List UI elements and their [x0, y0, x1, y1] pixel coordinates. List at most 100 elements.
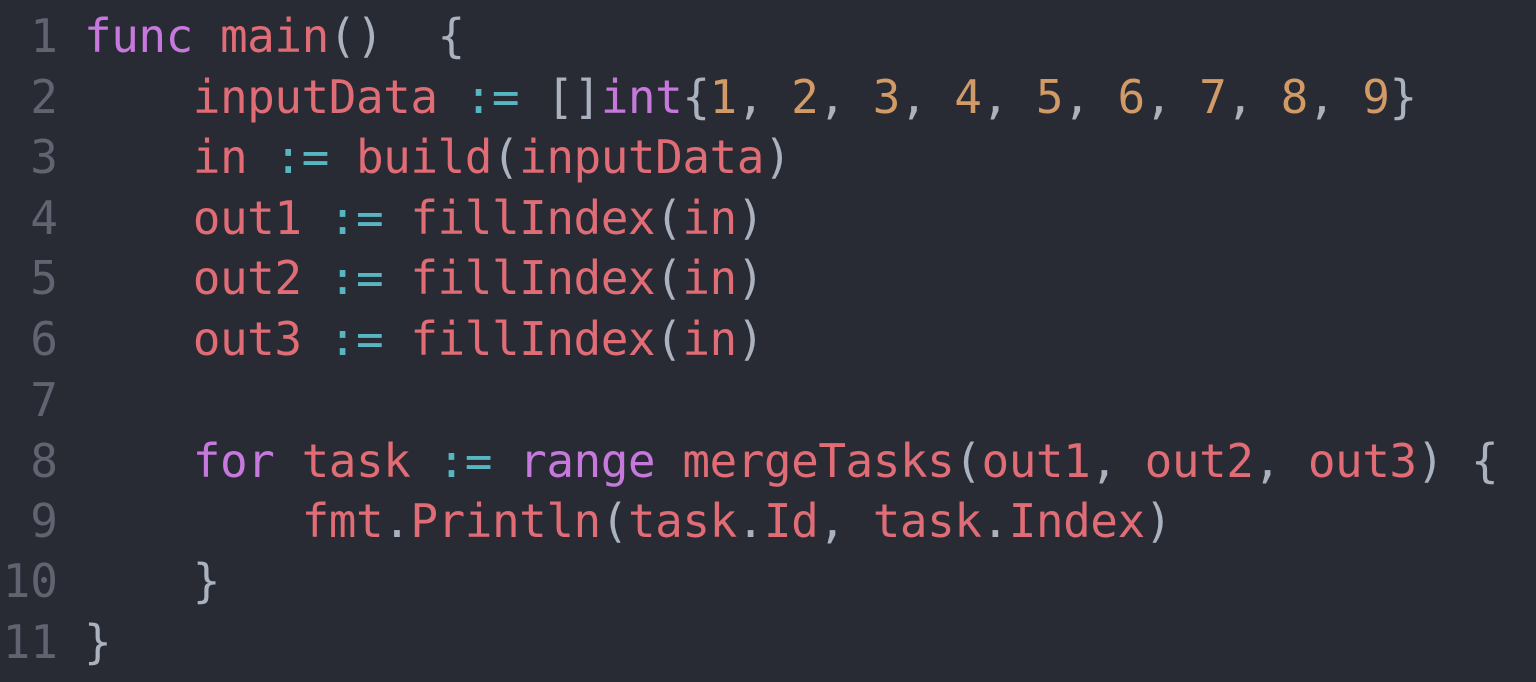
punctuation-token: . — [383, 494, 411, 548]
code-text: out1 := fillIndex(in) — [84, 188, 765, 249]
punctuation-token — [302, 191, 329, 245]
function-token: Println — [410, 494, 601, 548]
punctuation-token — [84, 130, 193, 184]
keyword-token: range — [519, 434, 656, 488]
punctuation-token: , — [899, 70, 955, 124]
punctuation-token — [383, 251, 410, 305]
number-token: 2 — [791, 70, 819, 124]
punctuation-token — [84, 251, 193, 305]
identifier-token: Index — [1008, 494, 1145, 548]
punctuation-token: } — [1389, 70, 1417, 124]
punctuation-token: { — [682, 70, 710, 124]
punctuation-token — [655, 434, 682, 488]
punctuation-token — [84, 312, 193, 366]
punctuation-token: ) — [1144, 494, 1173, 548]
punctuation-token — [492, 434, 519, 488]
punctuation-token: , — [1253, 434, 1308, 488]
punctuation-token — [383, 191, 410, 245]
operator-token: := — [464, 70, 520, 124]
punctuation-token: ( — [655, 251, 683, 305]
code-editor[interactable]: 1 func main() {2 inputData := []int{1, 2,… — [0, 0, 1536, 682]
keyword-token: for — [192, 434, 275, 488]
code-text: out3 := fillIndex(in) — [84, 309, 765, 370]
identifier-token: out2 — [192, 251, 302, 305]
identifier-token: Id — [763, 494, 819, 548]
identifier-token: inputData — [192, 70, 438, 124]
code-text: } — [84, 612, 112, 673]
punctuation-token — [84, 434, 193, 488]
number-token: 9 — [1362, 70, 1390, 124]
code-text: in := build(inputData) — [84, 127, 792, 188]
number-token: 7 — [1199, 70, 1227, 124]
code-text: fmt.Println(task.Id, task.Index) — [84, 491, 1173, 552]
punctuation-token: } — [84, 554, 221, 608]
operator-token: := — [328, 312, 384, 366]
punctuation-token: ) — [736, 312, 765, 366]
code-text: out2 := fillIndex(in) — [84, 248, 765, 309]
line-number: 5 — [30, 251, 58, 305]
punctuation-token — [302, 312, 329, 366]
function-token: main — [219, 9, 329, 63]
punctuation-token: , — [818, 494, 873, 548]
code-text: func main() { — [84, 6, 465, 67]
number-token: 3 — [872, 70, 901, 124]
punctuation-token — [84, 191, 193, 245]
punctuation-token: , — [1144, 70, 1200, 124]
identifier-token: out3 — [192, 312, 302, 366]
punctuation-token: ( — [954, 434, 982, 488]
punctuation-token: ) — [736, 191, 765, 245]
punctuation-token — [84, 494, 302, 548]
number-token: 1 — [709, 70, 738, 124]
line-number: 6 — [30, 312, 58, 366]
line-number: 2 — [30, 70, 58, 124]
punctuation-token: ) { — [1416, 434, 1499, 488]
function-token: build — [355, 130, 492, 184]
keyword-token: func — [84, 9, 193, 63]
punctuation-token: , — [818, 70, 873, 124]
identifier-token: out1 — [981, 434, 1091, 488]
function-token: fillIndex — [410, 312, 656, 366]
punctuation-token: () { — [328, 9, 465, 63]
punctuation-token: , — [1226, 70, 1281, 124]
operator-token: := — [437, 434, 493, 488]
punctuation-token: , — [981, 70, 1036, 124]
line-number: 10 — [2, 554, 58, 608]
operator-token: := — [274, 130, 329, 184]
number-token: 8 — [1280, 70, 1309, 124]
identifier-token: out3 — [1307, 434, 1417, 488]
line-number: 11 — [2, 615, 58, 669]
punctuation-token: ) — [736, 251, 765, 305]
punctuation-token — [274, 434, 301, 488]
punctuation-token: ( — [655, 312, 683, 366]
punctuation-token — [247, 130, 274, 184]
punctuation-token: , — [1090, 434, 1145, 488]
line-number: 4 — [30, 191, 58, 245]
line-number: 7 — [30, 373, 58, 427]
identifier-token: task — [627, 494, 737, 548]
punctuation-token — [438, 70, 465, 124]
punctuation-token: ( — [600, 494, 629, 548]
number-token: 6 — [1117, 70, 1145, 124]
code-text: for task := range mergeTasks(out1, out2,… — [84, 431, 1499, 492]
number-token: 4 — [954, 70, 982, 124]
punctuation-token: ( — [491, 130, 520, 184]
operator-token: := — [328, 251, 384, 305]
line-number: 9 — [30, 494, 58, 548]
punctuation-token: ( — [655, 191, 683, 245]
identifier-token: in — [682, 312, 737, 366]
punctuation-token: [] — [519, 70, 601, 124]
punctuation-token: . — [736, 494, 765, 548]
function-token: mergeTasks — [682, 434, 955, 488]
identifier-token: out1 — [192, 191, 302, 245]
line-number: 3 — [30, 130, 58, 184]
punctuation-token — [193, 9, 220, 63]
identifier-token: task — [301, 434, 411, 488]
punctuation-token: , — [1063, 70, 1118, 124]
identifier-token: in — [192, 130, 248, 184]
punctuation-token — [84, 70, 193, 124]
line-number: 8 — [30, 434, 58, 488]
identifier-token: inputData — [519, 130, 764, 184]
punctuation-token — [329, 130, 356, 184]
identifier-token: fmt — [301, 494, 384, 548]
code-text: inputData := []int{1, 2, 3, 4, 5, 6, 7, … — [84, 67, 1417, 128]
